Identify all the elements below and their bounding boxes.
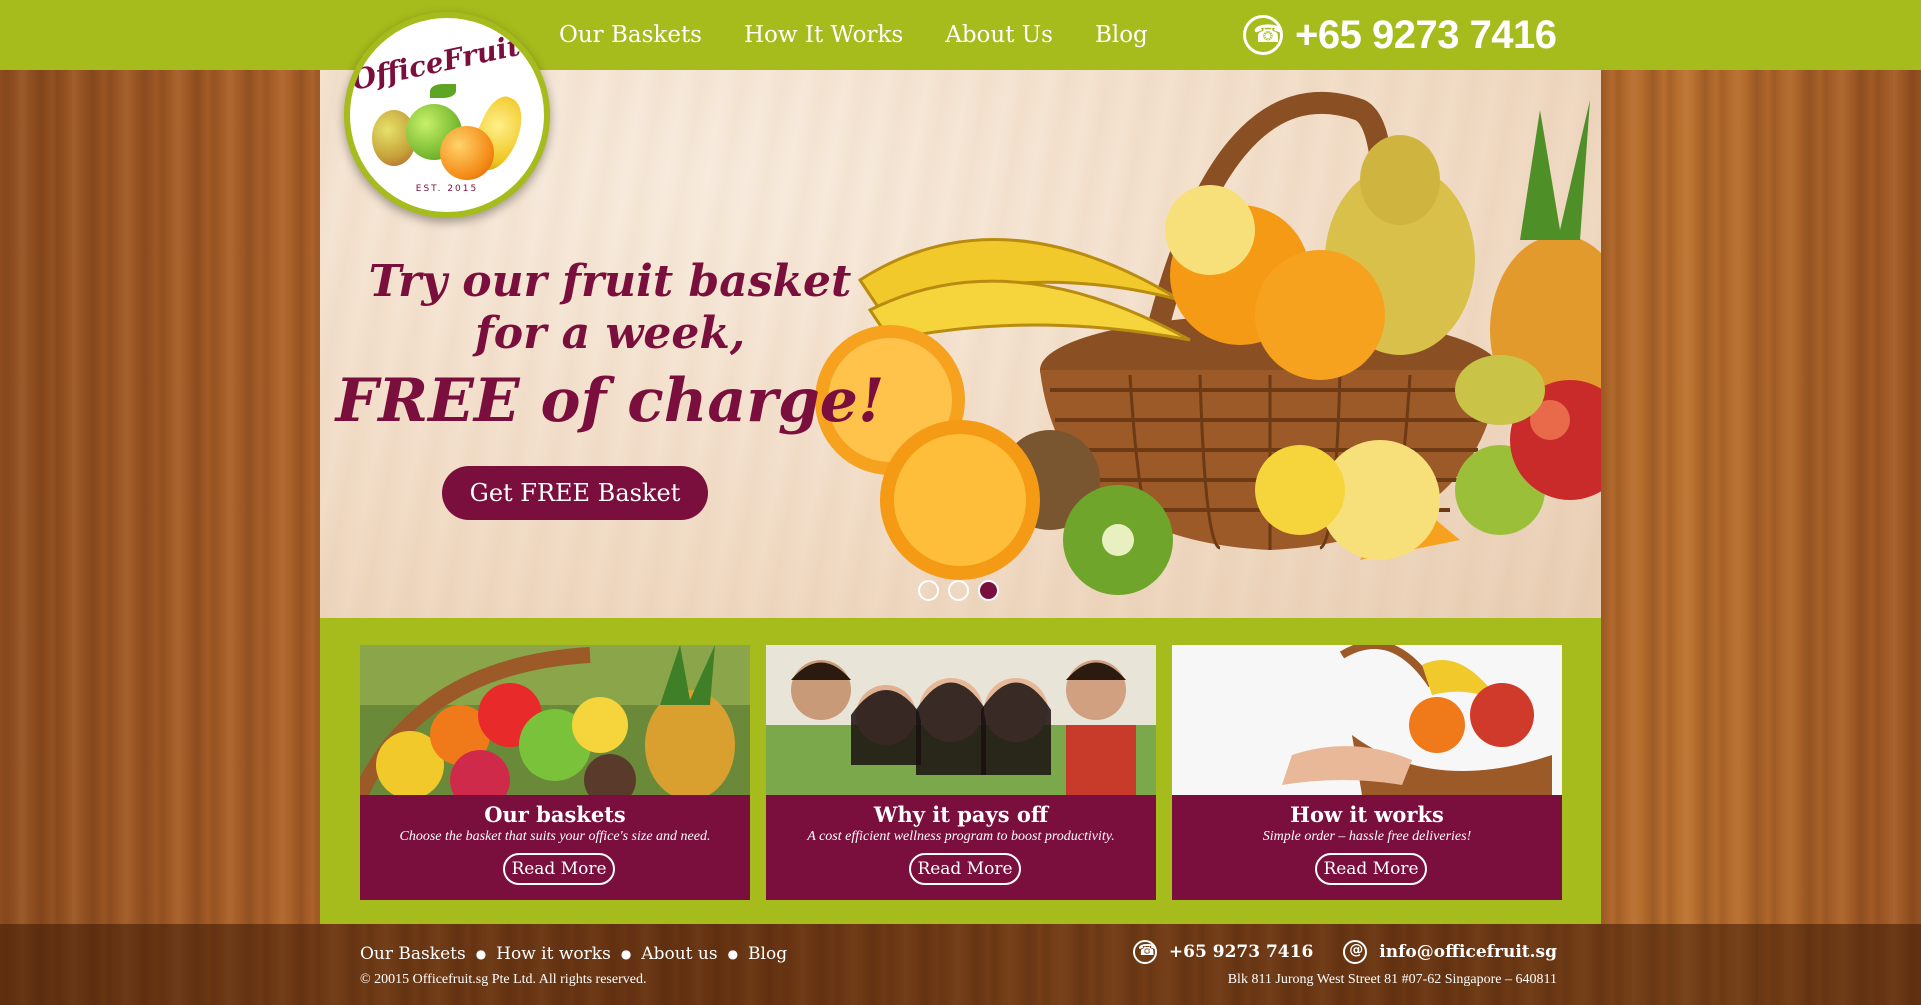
- feature-card-why-it-pays-off[interactable]: Why it pays off A cost efficient wellnes…: [766, 645, 1156, 900]
- hero-headline-line2: for a week,: [474, 308, 746, 359]
- slider-dot-3[interactable]: [978, 580, 999, 601]
- officefruit-logo[interactable]: OfficeFruit.sg EST. 2015: [344, 12, 550, 218]
- features-band: Our baskets Choose the basket that suits…: [320, 618, 1601, 924]
- slider-dot-1[interactable]: [918, 580, 939, 601]
- site-footer: Our Baskets ● How it works ● About us ● …: [0, 924, 1921, 1005]
- main-nav: Our Baskets How It Works About Us Blog: [559, 0, 1148, 70]
- slider-pagination: [918, 580, 999, 601]
- separator-dot: ●: [475, 947, 487, 961]
- top-nav-bar: Our Baskets How It Works About Us Blog +…: [0, 0, 1921, 70]
- footer-phone[interactable]: +65 9273 7416: [1169, 942, 1313, 962]
- separator-dot: ●: [620, 947, 632, 961]
- footer-link-our-baskets[interactable]: Our Baskets: [360, 944, 466, 964]
- feature-title: How it works: [1290, 802, 1444, 827]
- slider-dot-2[interactable]: [948, 580, 969, 601]
- feature-subtitle: A cost efficient wellness program to boo…: [807, 829, 1115, 844]
- fruit-basket-photo: [360, 645, 750, 795]
- nav-about-us[interactable]: About Us: [945, 22, 1053, 48]
- team-photo: [766, 645, 1156, 795]
- hero-headline-line1: Try our fruit basket: [368, 256, 852, 307]
- footer-contact: +65 9273 7416 info@officefruit.sg: [1132, 940, 1557, 964]
- basket-delivery-photo: [1172, 645, 1562, 795]
- footer-link-how-it-works[interactable]: How it works: [496, 944, 611, 964]
- hero-headline-line3: FREE of charge!: [335, 366, 885, 436]
- read-more-button[interactable]: Read More: [503, 853, 615, 885]
- footer-link-about-us[interactable]: About us: [641, 944, 717, 964]
- feature-subtitle: Simple order – hassle free deliveries!: [1262, 829, 1472, 844]
- read-more-button[interactable]: Read More: [1315, 853, 1427, 885]
- feature-title: Our baskets: [484, 802, 626, 827]
- logo-established: EST. 2015: [415, 184, 479, 194]
- separator-dot: ●: [727, 947, 739, 961]
- email-icon: [1343, 940, 1368, 964]
- header-phone[interactable]: +65 9273 7416: [1243, 0, 1557, 70]
- footer-nav: Our Baskets ● How it works ● About us ● …: [360, 944, 787, 964]
- leaf-icon: [430, 84, 456, 98]
- orange-icon: [440, 126, 494, 180]
- nav-our-baskets[interactable]: Our Baskets: [559, 22, 702, 48]
- phone-icon: [1243, 15, 1283, 55]
- feature-title: Why it pays off: [873, 802, 1049, 827]
- feature-card-how-it-works[interactable]: How it works Simple order – hassle free …: [1172, 645, 1562, 900]
- footer-link-blog[interactable]: Blog: [748, 944, 787, 964]
- copyright-text: © 20015 Officefruit.sg Pte Ltd. All righ…: [360, 972, 647, 987]
- nav-blog[interactable]: Blog: [1095, 22, 1148, 48]
- nav-how-it-works[interactable]: How It Works: [744, 22, 903, 48]
- feature-subtitle: Choose the basket that suits your office…: [399, 829, 711, 844]
- header-phone-number[interactable]: +65 9273 7416: [1295, 13, 1557, 58]
- footer-email[interactable]: info@officefruit.sg: [1379, 942, 1557, 962]
- read-more-button[interactable]: Read More: [909, 853, 1021, 885]
- feature-card-our-baskets[interactable]: Our baskets Choose the basket that suits…: [360, 645, 750, 900]
- footer-address: Blk 811 Jurong West Street 81 #07-62 Sin…: [1227, 972, 1557, 987]
- fruit-basket-image: [815, 91, 1601, 595]
- phone-icon: [1132, 940, 1157, 964]
- get-free-basket-button[interactable]: Get FREE Basket: [442, 466, 708, 520]
